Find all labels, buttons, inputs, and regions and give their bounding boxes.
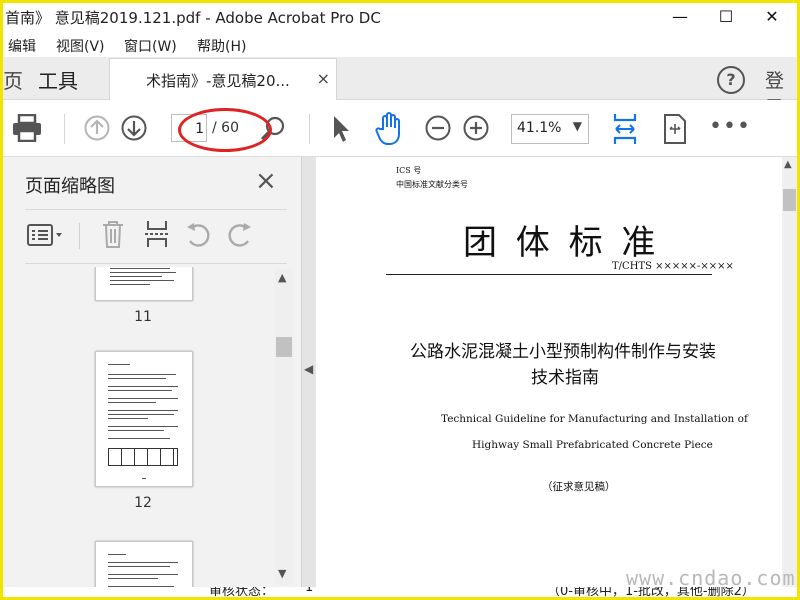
panel-toolbar	[3, 215, 301, 255]
panel-close-icon[interactable]: ×	[255, 166, 277, 196]
doc-scrollbar-thumb[interactable]	[783, 189, 796, 211]
tab-home[interactable]: 页	[3, 65, 23, 94]
doc-title-line1: 公路水泥混凝土小型预制构件制作与安装	[410, 342, 716, 362]
scrollbar-thumb[interactable]	[276, 337, 292, 357]
print-icon[interactable]	[12, 114, 42, 142]
thumbnail-scrollbar[interactable]: ▲ ▼	[275, 269, 293, 585]
window-title: 首南》 意见稿2019.121.pdf - Adobe Acrobat Pro …	[5, 9, 381, 27]
doc-en-line1: Technical Guideline for Manufacturing an…	[441, 413, 748, 425]
options-menu-icon[interactable]	[27, 223, 65, 247]
doc-rule	[386, 274, 712, 275]
document-scrollbar[interactable]: ▲	[782, 157, 797, 587]
doc-code: T/CHTS ×××××-××××	[612, 261, 734, 272]
status-label: 审核状态：	[209, 587, 275, 597]
maximize-icon[interactable]: ☐	[703, 3, 749, 31]
minimize-icon[interactable]: —	[657, 3, 703, 31]
doc-ics: ICS 号	[396, 166, 422, 175]
tab-bar: 页 工具 术指南》-意见稿20... × ? 登录	[3, 57, 797, 119]
close-icon[interactable]: ✕	[749, 3, 795, 31]
toolbar: 1 / 60 41.1% ▼ •••	[3, 100, 797, 157]
tab-document-label: 术指南》-意见稿20...	[146, 72, 290, 90]
thumbnail-list: 11 12	[3, 267, 275, 587]
menu-edit[interactable]: 编辑	[8, 36, 36, 56]
panel-title: 页面缩略图	[25, 176, 115, 197]
extract-page-icon[interactable]	[144, 219, 170, 249]
tab-close-icon[interactable]: ×	[317, 69, 330, 88]
tab-document[interactable]: 术指南》-意见稿20... ×	[109, 58, 337, 100]
doc-scroll-up-icon[interactable]: ▲	[784, 159, 792, 170]
zoom-value: 41.1%	[517, 120, 562, 136]
thumbnail-page-13[interactable]	[95, 541, 193, 587]
watermark: www.cndao.com	[626, 566, 796, 590]
undo-icon[interactable]	[185, 221, 213, 249]
annotation-ellipse	[178, 108, 272, 152]
thumbnail-page-12[interactable]	[95, 351, 193, 487]
delete-page-icon[interactable]	[101, 219, 125, 249]
thumbnails-panel: 页面缩略图 × 11 12 ▲ ▼	[3, 157, 301, 587]
zoom-select[interactable]: 41.1% ▼	[511, 114, 589, 144]
document-page: ICS 号 中国标准文献分类号 团 体 标 准 T/CHTS ×××××-×××…	[316, 157, 782, 587]
menu-window[interactable]: 窗口(W)	[124, 36, 177, 56]
zoom-out-icon[interactable]	[425, 115, 451, 141]
thumbnail-label-12: 12	[134, 495, 152, 511]
menu-help[interactable]: 帮助(H)	[197, 36, 246, 56]
doc-classification: 中国标准文献分类号	[396, 180, 468, 189]
more-icon[interactable]: •••	[709, 114, 751, 139]
help-icon[interactable]: ?	[717, 66, 745, 94]
menu-bar: 编辑 视图(V) 窗口(W) 帮助(H)	[3, 33, 797, 57]
fit-page-icon[interactable]	[611, 112, 639, 146]
doc-draft-label: （征求意见稿）	[542, 481, 616, 493]
panel-splitter[interactable]: ◀	[301, 157, 317, 587]
rotate-page-icon[interactable]	[661, 113, 689, 145]
doc-en-line2: Highway Small Prefabricated Concrete Pie…	[472, 439, 713, 451]
scroll-up-icon[interactable]: ▲	[278, 271, 286, 284]
doc-heading: 团 体 标 准	[463, 223, 660, 263]
chevron-down-icon: ▼	[572, 119, 582, 133]
thumbnail-label-11: 11	[134, 309, 152, 325]
status-value: 1	[305, 587, 314, 595]
panel-divider-2	[25, 263, 287, 264]
panel-divider	[25, 209, 287, 210]
title-bar: 首南》 意见稿2019.121.pdf - Adobe Acrobat Pro …	[3, 3, 797, 33]
doc-title-line2: 技术指南	[531, 368, 599, 388]
menu-view[interactable]: 视图(V)	[56, 36, 105, 56]
redo-icon[interactable]	[225, 221, 253, 249]
select-arrow-icon[interactable]	[330, 114, 352, 144]
scroll-down-icon[interactable]: ▼	[278, 567, 286, 580]
tab-tools[interactable]: 工具	[38, 65, 78, 94]
collapse-panel-icon[interactable]: ◀	[304, 362, 313, 376]
thumbnail-page-11[interactable]	[95, 267, 193, 301]
prev-page-icon[interactable]	[84, 115, 110, 141]
zoom-in-icon[interactable]	[463, 115, 489, 141]
hand-tool-icon[interactable]	[374, 112, 406, 146]
next-page-icon[interactable]	[121, 115, 147, 141]
